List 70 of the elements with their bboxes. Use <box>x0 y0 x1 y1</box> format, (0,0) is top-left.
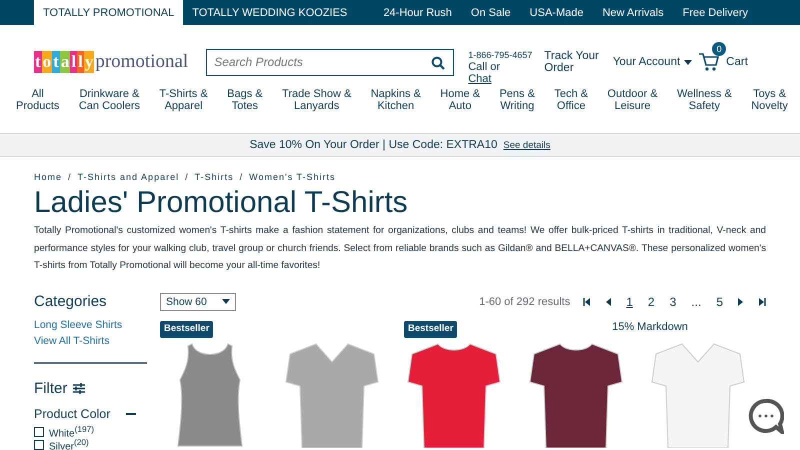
nav-category[interactable]: Napkins & Kitchen <box>370 89 421 112</box>
shirt-photo[interactable] <box>406 342 502 448</box>
filter-heading: Filter <box>34 380 68 396</box>
site-tab[interactable]: TOTALLY WEDDING KOOZIES <box>183 0 356 25</box>
top-link[interactable]: On Sale <box>470 6 511 18</box>
previous-page-icon[interactable] <box>606 298 612 306</box>
categories-heading: Categories <box>34 292 108 310</box>
breadcrumb-separator: / <box>240 172 244 182</box>
page-link[interactable]: 5 <box>716 294 723 308</box>
top-link[interactable]: New Arrivals <box>602 6 664 18</box>
top-link[interactable]: 24-Hour Rush <box>383 6 452 18</box>
nav-category[interactable]: T-Shirts & Apparel <box>159 89 208 112</box>
track-order-link[interactable]: Track Your Order <box>544 50 599 74</box>
account-menu[interactable]: Your Account <box>612 56 680 68</box>
page-link[interactable]: 3 <box>670 294 676 308</box>
breadcrumb-link[interactable]: Home <box>34 172 62 182</box>
description: Totally Promotional's customized women's T-shirts make a fashion statement for organizations, clubs and teams! We offer bulk-priced T-shirts in traditional, V-neck and performance styles for your walking club, travel group or church friends. Select from reliable brands such as Gildan® and BELLA+CANVAS®. These personalized women's T-shirts from Totally Promotional will become your all-time favorites! <box>34 224 766 273</box>
breadcrumb-separator: / <box>68 172 72 182</box>
show-dropdown[interactable]: Show 60 <box>160 292 236 310</box>
next-page-icon[interactable] <box>738 298 743 306</box>
page-title: Ladies' Promotional T-Shirts <box>34 186 409 220</box>
breadcrumb-separator: / <box>185 172 189 182</box>
cart-icon[interactable] <box>698 52 720 72</box>
last-page-icon[interactable] <box>758 298 766 306</box>
chat-button[interactable] <box>746 396 786 436</box>
nav-category[interactable]: Pens & Writing <box>499 89 535 112</box>
cart-link[interactable]: Cart <box>726 56 748 68</box>
caret-icon <box>222 299 230 304</box>
call-text: Call or <box>468 61 501 73</box>
page-link[interactable]: ... <box>691 294 702 308</box>
shirt-photo[interactable] <box>528 342 624 448</box>
promo-text: Save 10% On Your Order | Use Code: EXTRA10 <box>250 139 498 151</box>
nav-category[interactable]: Wellness & Safety <box>676 89 732 112</box>
breadcrumb-link[interactable]: T-Shirts <box>194 172 234 182</box>
nav-category[interactable]: Trade Show & Lanyards <box>282 89 352 112</box>
category-link[interactable]: Long Sleeve Shirts <box>34 316 147 332</box>
page-link[interactable]: 1 <box>626 294 633 308</box>
nav-category[interactable]: Drinkware & Can Coolers <box>78 89 140 112</box>
chat-link[interactable]: Chat <box>468 73 532 85</box>
cart-count: 0 <box>712 42 726 56</box>
bestseller-badge: Bestseller <box>404 320 458 338</box>
logo[interactable]: totallypromotional <box>34 51 188 73</box>
top-link[interactable]: Free Delivery <box>682 6 748 18</box>
color-option[interactable]: White$^{(197)}$ <box>49 424 94 440</box>
markdown-label: 15% Markdown <box>612 320 688 334</box>
phone-number: 1-866-795-4657 <box>468 49 532 61</box>
checkbox[interactable] <box>34 427 44 437</box>
top-link[interactable]: USA-Made <box>530 6 584 18</box>
checkbox[interactable] <box>34 440 44 450</box>
breadcrumb-link[interactable]: T-Shirts and Apparel <box>78 172 180 182</box>
search-field[interactable]: Search Products <box>206 48 454 76</box>
search-icon[interactable] <box>431 56 446 70</box>
page-link[interactable]: 2 <box>648 294 655 308</box>
results-count: 1-60 of 292 results <box>479 296 570 308</box>
nav-category[interactable]: All Products <box>16 89 60 112</box>
nav-category[interactable]: Outdoor & Leisure <box>607 89 658 112</box>
product-color-heading: Product Color <box>34 406 110 420</box>
nav-category[interactable]: Bags & Totes <box>227 89 263 112</box>
first-page-icon[interactable] <box>583 298 592 306</box>
nav-category[interactable]: Toys & Novelty <box>751 89 788 112</box>
nav-category[interactable]: Home & Auto <box>440 89 480 112</box>
sliders-icon <box>73 382 86 394</box>
see-details-link[interactable]: See details <box>503 140 550 150</box>
category-link[interactable]: View All T-Shirts <box>34 332 147 348</box>
site-tab[interactable]: TOTALLY PROMOTIONAL <box>34 0 184 25</box>
nav-category[interactable]: Tech & Office <box>554 89 588 112</box>
bestseller-badge: Bestseller <box>160 320 214 338</box>
caret-icon[interactable] <box>684 60 692 64</box>
color-option[interactable]: Silver$^{(20)}$ <box>49 437 89 450</box>
breadcrumb-link[interactable]: Women's T-Shirts <box>249 172 336 182</box>
